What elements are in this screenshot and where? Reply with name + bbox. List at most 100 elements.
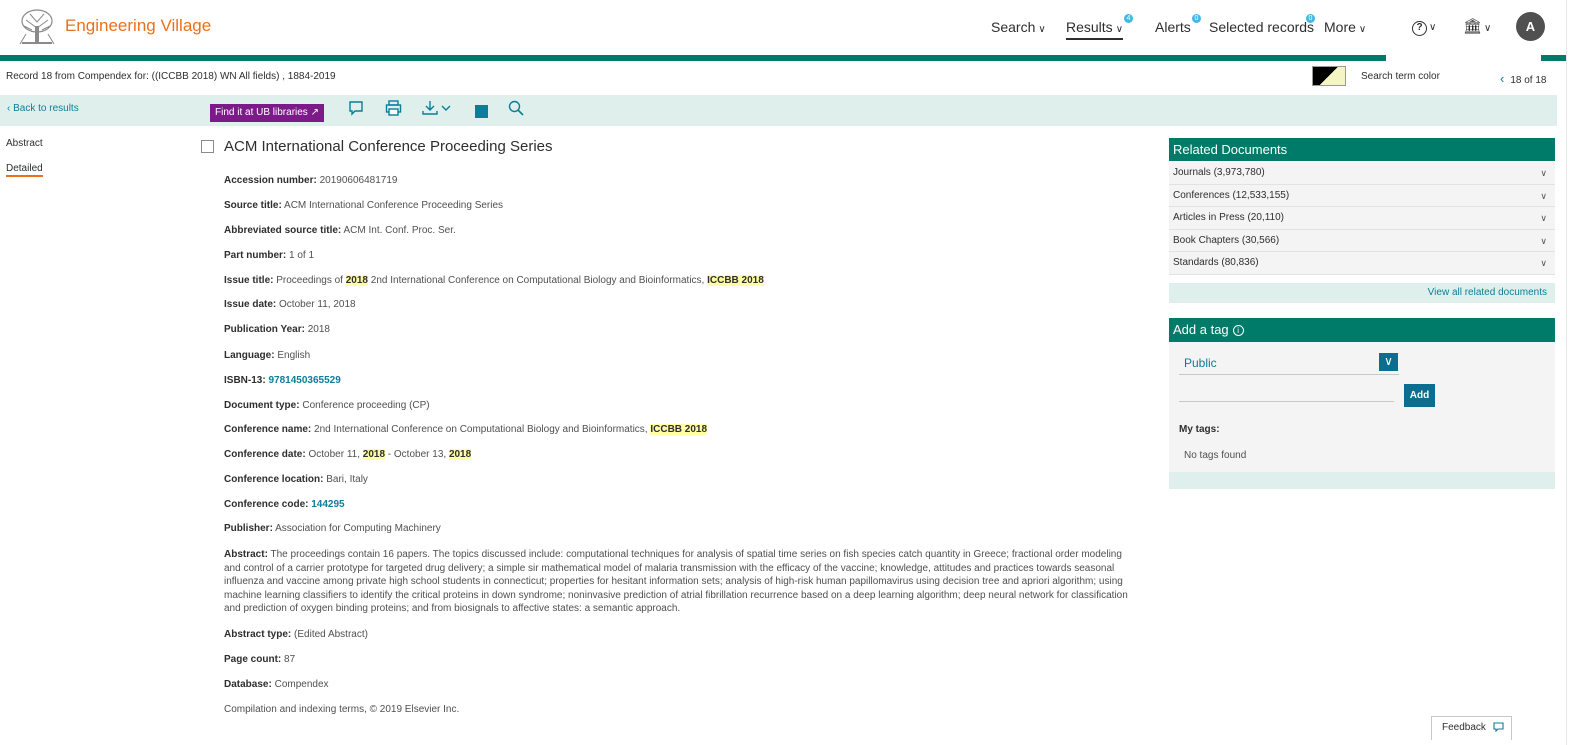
add-tag-button[interactable]: Add: [1404, 384, 1435, 407]
info-icon[interactable]: i: [1232, 325, 1244, 337]
nav-selected-records[interactable]: Selected records: [1209, 19, 1314, 35]
leftnav-detailed[interactable]: Detailed: [6, 163, 43, 177]
field-publication-year: Publication Year: 2018: [224, 323, 1134, 337]
field-label: Source title:: [224, 200, 282, 211]
field-value: English: [277, 350, 311, 361]
conference-code-link[interactable]: 144295: [311, 499, 344, 510]
record-pager: ‹ 18 of 18: [1500, 71, 1547, 86]
save-to-folder-icon[interactable]: [475, 105, 488, 118]
chevron-down-icon: ∨: [1540, 258, 1547, 268]
field-value: ACM International Conference Proceeding …: [284, 200, 504, 211]
leftnav-abstract[interactable]: Abstract: [6, 138, 43, 149]
related-item-journals[interactable]: Journals (3,973,780) ∨: [1169, 162, 1555, 185]
find-it-button[interactable]: Find it at UB libraries ↗: [210, 104, 324, 122]
select-record-checkbox[interactable]: [201, 140, 214, 153]
user-avatar[interactable]: A: [1516, 12, 1545, 41]
field-isbn: ISBN-13: 9781450365529: [224, 374, 1134, 388]
field-label: Issue title:: [224, 275, 274, 286]
abstract-text: The proceedings contain 16 papers. The t…: [224, 549, 1128, 614]
alerts-count-badge: 0: [1192, 14, 1201, 23]
nav-search[interactable]: Search ∨: [991, 19, 1046, 35]
related-documents-heading: Related Documents: [1169, 138, 1555, 161]
download-icon[interactable]: [422, 100, 454, 120]
feedback-button[interactable]: Feedback: [1431, 716, 1512, 740]
field-source-title: Source title: ACM International Conferen…: [224, 199, 1134, 213]
field-accession: Accession number: 20190606481719: [224, 174, 1134, 188]
app-title[interactable]: Engineering Village: [65, 16, 211, 36]
field-page-count: Page count: 87: [224, 653, 1134, 667]
feedback-label: Feedback: [1442, 722, 1486, 733]
field-value: - October 13,: [387, 449, 447, 460]
chevron-down-icon[interactable]: ∨: [1379, 353, 1398, 371]
field-label: Publication Year:: [224, 324, 305, 335]
results-count-badge: 4: [1124, 14, 1133, 23]
chevron-down-icon: ∨: [1358, 24, 1367, 35]
field-label: Page count:: [224, 654, 282, 665]
chevron-down-icon: ∨: [1115, 24, 1124, 35]
field-conference-date: Conference date: October 11, 2018 - Octo…: [224, 448, 1134, 462]
search-icon[interactable]: [508, 100, 524, 120]
field-label: Conference location:: [224, 474, 324, 485]
my-tags-label: My tags:: [1179, 424, 1220, 435]
field-label: Conference date:: [224, 449, 306, 460]
field-value: (Edited Abstract): [294, 629, 368, 640]
isbn-link[interactable]: 9781450365529: [268, 375, 340, 386]
related-item-conferences[interactable]: Conferences (12,533,155) ∨: [1169, 185, 1555, 207]
field-value: 1 of 1: [289, 250, 315, 261]
field-value: 2018: [307, 324, 330, 335]
chevron-down-icon: ∨: [1038, 24, 1046, 35]
institution-menu[interactable]: 🏛 ∨: [1463, 17, 1491, 36]
page-scrollbar[interactable]: [1566, 0, 1581, 745]
institution-icon: 🏛: [1463, 18, 1483, 35]
field-conference-code: Conference code: 144295: [224, 498, 1134, 512]
search-term-color-swatch[interactable]: [1312, 66, 1346, 86]
print-icon[interactable]: [385, 100, 402, 120]
field-label: Conference code:: [224, 499, 309, 510]
nav-results[interactable]: Results ∨: [1066, 19, 1124, 40]
field-publisher: Publisher: Association for Computing Mac…: [224, 522, 1134, 536]
field-label: Abbreviated source title:: [224, 225, 342, 236]
field-database: Database: Compendex: [224, 678, 1134, 692]
back-to-results-link[interactable]: ‹ Back to results: [7, 103, 79, 114]
previous-record-icon[interactable]: ‹: [1500, 71, 1504, 86]
field-value: Conference proceeding (CP): [302, 400, 430, 411]
top-header: Engineering Village Search ∨ Results ∨ 4 A…: [0, 0, 1581, 55]
chevron-down-icon: ∨: [1540, 235, 1547, 246]
chevron-down-icon: ∨: [1484, 23, 1492, 34]
nav-more[interactable]: More ∨: [1324, 19, 1366, 35]
related-item-label: Journals (3,973,780): [1173, 167, 1265, 178]
field-abstract: Abstract: The proceedings contain 16 pap…: [224, 548, 1134, 616]
pager-count: 18 of 18: [1510, 75, 1547, 86]
field-label: Accession number:: [224, 175, 317, 186]
related-item-label: Standards (80,836): [1173, 257, 1259, 268]
elsevier-tree-logo[interactable]: [18, 8, 56, 46]
tag-name-input[interactable]: [1179, 388, 1394, 402]
field-value: October 11,: [308, 449, 360, 460]
add-tag-panel: Public My tags: No tags found: [1169, 342, 1555, 472]
related-documents-list: Journals (3,973,780) ∨ Conferences (12,53…: [1169, 162, 1555, 275]
related-item-label: Articles in Press (20,110): [1173, 212, 1284, 223]
search-term-highlight: 2018: [448, 449, 472, 460]
tag-visibility-select[interactable]: Public: [1179, 354, 1399, 375]
field-document-type: Document type: Conference proceeding (CP…: [224, 399, 1134, 413]
add-tag-title: Add a tag: [1173, 322, 1229, 337]
related-item-standards[interactable]: Standards (80,836) ∨: [1169, 252, 1555, 275]
field-label: Conference name:: [224, 424, 312, 435]
field-value: 2nd International Conference on Computat…: [314, 424, 648, 435]
selected-count-badge: 0: [1306, 14, 1315, 23]
chevron-down-icon: ∨: [1540, 213, 1547, 223]
field-value: 87: [284, 654, 296, 665]
record-info: Record 18 from Compendex for: ((ICCBB 20…: [6, 71, 336, 82]
document-title: ACM International Conference Proceeding …: [224, 138, 553, 155]
related-item-articles-in-press[interactable]: Articles in Press (20,110) ∨: [1169, 207, 1555, 230]
copyright-notice: Compilation and indexing terms, © 2019 E…: [224, 704, 460, 715]
view-all-related-link[interactable]: View all related documents: [1428, 287, 1547, 298]
help-menu[interactable]: ? ∨: [1412, 17, 1436, 36]
search-term-highlight: 2018: [362, 449, 386, 460]
comment-icon[interactable]: [348, 100, 364, 120]
field-value: October 11, 2018: [279, 299, 356, 310]
field-issue-date: Issue date: October 11, 2018: [224, 298, 1134, 312]
nav-alerts[interactable]: Alerts: [1155, 19, 1191, 35]
speech-bubble-icon: [1490, 722, 1504, 733]
related-item-book-chapters[interactable]: Book Chapters (30,566) ∨: [1169, 230, 1555, 252]
